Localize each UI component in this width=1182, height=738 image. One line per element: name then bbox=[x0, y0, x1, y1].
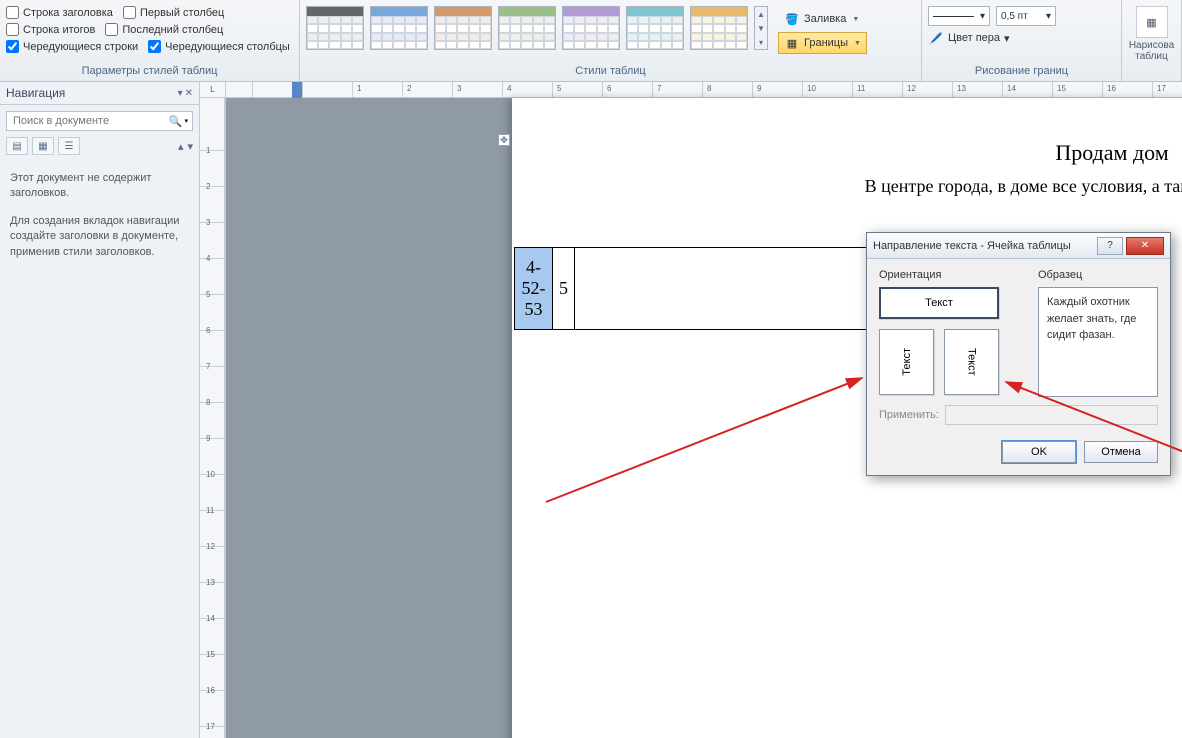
table-cell[interactable]: 5 bbox=[553, 248, 575, 330]
borders-icon: ▦ bbox=[784, 35, 800, 51]
orient-vertical-up-button[interactable]: Текст bbox=[879, 329, 934, 395]
chk-total-row[interactable]: Строка итогов bbox=[6, 23, 95, 36]
draw-table-button[interactable]: ▦ Нарисова таблиц bbox=[1125, 2, 1178, 62]
doc-heading: Продам дом bbox=[512, 140, 1182, 166]
shading-button[interactable]: 🪣Заливка▼ bbox=[778, 8, 867, 30]
sample-label: Образец bbox=[1038, 269, 1158, 281]
table-style-6[interactable] bbox=[690, 6, 748, 50]
vertical-ruler-wrap: L bbox=[200, 82, 226, 738]
dialog-titlebar[interactable]: Направление текста - Ячейка таблицы ? ✕ bbox=[867, 233, 1170, 259]
cancel-button[interactable]: Отмена bbox=[1084, 441, 1158, 463]
table-style-3[interactable] bbox=[498, 6, 556, 50]
nav-next[interactable]: ▾ bbox=[187, 140, 193, 153]
ok-button[interactable]: OK bbox=[1002, 441, 1076, 463]
style-nav-down[interactable]: ▼ bbox=[755, 21, 767, 35]
ribbon-group-table-styles: ▲ ▼ ▾ 🪣Заливка▼ ▦Границы▼ Стили таблиц bbox=[300, 0, 922, 81]
nav-view-pages[interactable]: ▦ bbox=[32, 137, 54, 155]
borders-button[interactable]: ▦Границы▼ bbox=[778, 32, 867, 54]
nav-search[interactable]: 🔍▾ bbox=[6, 111, 193, 131]
orient-vertical-down-button[interactable]: Текст bbox=[944, 329, 999, 395]
chk-banded-rows[interactable]: Чередующиеся строки bbox=[6, 40, 138, 53]
pen-color-label: Цвет пера bbox=[948, 32, 1000, 44]
nav-close[interactable]: ✕ bbox=[185, 88, 193, 99]
table-move-handle[interactable]: ✥ bbox=[498, 134, 510, 146]
table-cell-selected[interactable]: 4-52-53 bbox=[515, 248, 553, 330]
ribbon-group-table-options: Строка заголовка Первый столбец Строка и… bbox=[0, 0, 300, 81]
orient-horizontal-button[interactable]: Текст bbox=[879, 287, 999, 319]
search-icon[interactable]: 🔍 bbox=[169, 115, 183, 128]
nav-menu-dropdown[interactable]: ▾ bbox=[178, 88, 183, 99]
chk-last-col[interactable]: Последний столбец bbox=[105, 23, 223, 36]
ruler-margin-indicator[interactable] bbox=[292, 82, 302, 98]
table-style-0[interactable] bbox=[306, 6, 364, 50]
ruler-corner[interactable]: L bbox=[200, 82, 225, 98]
nav-view-headings[interactable]: ▤ bbox=[6, 137, 28, 155]
table-cell[interactable] bbox=[575, 248, 870, 330]
draw-table-icon: ▦ bbox=[1136, 6, 1168, 38]
nav-empty-message: Этот документ не содержит заголовков. Дл… bbox=[0, 161, 199, 282]
doc-subheading: В центре города, в доме все условия, а т… bbox=[512, 176, 1182, 197]
search-input[interactable] bbox=[11, 114, 169, 128]
chk-header-row[interactable]: Строка заголовка bbox=[6, 6, 113, 19]
vertical-ruler[interactable] bbox=[200, 98, 225, 738]
table-style-4[interactable] bbox=[562, 6, 620, 50]
apply-select[interactable] bbox=[945, 405, 1158, 425]
sample-preview: Каждый охотник желает знать, где сидит ф… bbox=[1038, 287, 1158, 397]
pen-icon: 🖊️ bbox=[928, 30, 944, 46]
ribbon: Строка заголовка Первый столбец Строка и… bbox=[0, 0, 1182, 82]
style-nav-up[interactable]: ▲ bbox=[755, 7, 767, 21]
style-nav-more[interactable]: ▾ bbox=[755, 35, 767, 49]
horizontal-ruler[interactable] bbox=[226, 82, 1182, 98]
nav-title: Навигация bbox=[6, 86, 65, 100]
group-label-borders: Рисование границ bbox=[928, 63, 1115, 81]
chk-first-col[interactable]: Первый столбец bbox=[123, 6, 224, 19]
group-label-styles: Стили таблиц bbox=[306, 63, 915, 81]
table-style-1[interactable] bbox=[370, 6, 428, 50]
style-gallery-nav[interactable]: ▲ ▼ ▾ bbox=[754, 6, 768, 50]
bucket-icon: 🪣 bbox=[784, 11, 800, 27]
pen-color-dropdown[interactable]: ▾ bbox=[1004, 32, 1010, 45]
nav-view-results[interactable]: ☰ bbox=[58, 137, 80, 155]
table-style-5[interactable] bbox=[626, 6, 684, 50]
ribbon-group-draw-borders: ▾ 0,5 пт▾ 🖊️ Цвет пера ▾ Рисование грани… bbox=[922, 0, 1122, 81]
orientation-label: Ориентация bbox=[879, 269, 1024, 281]
apply-label: Применить: bbox=[879, 409, 939, 421]
navigation-pane: Навигация ▾ ✕ 🔍▾ ▤ ▦ ☰ ▴ ▾ Этот документ… bbox=[0, 82, 200, 738]
document-area: ✥ Продам дом В центре города, в доме все… bbox=[226, 82, 1182, 738]
table-style-2[interactable] bbox=[434, 6, 492, 50]
dialog-close-button[interactable]: ✕ bbox=[1126, 237, 1164, 255]
nav-prev[interactable]: ▴ bbox=[178, 140, 184, 153]
line-style-select[interactable]: ▾ bbox=[928, 6, 990, 26]
ribbon-group-draw: ▦ Нарисова таблиц bbox=[1122, 0, 1182, 81]
group-label-options: Параметры стилей таблиц bbox=[6, 63, 293, 81]
line-weight-select[interactable]: 0,5 пт▾ bbox=[996, 6, 1056, 26]
chk-banded-cols[interactable]: Чередующиеся столбцы bbox=[148, 40, 290, 53]
dialog-text-direction: Направление текста - Ячейка таблицы ? ✕ … bbox=[866, 232, 1171, 476]
dialog-help-button[interactable]: ? bbox=[1097, 237, 1123, 255]
